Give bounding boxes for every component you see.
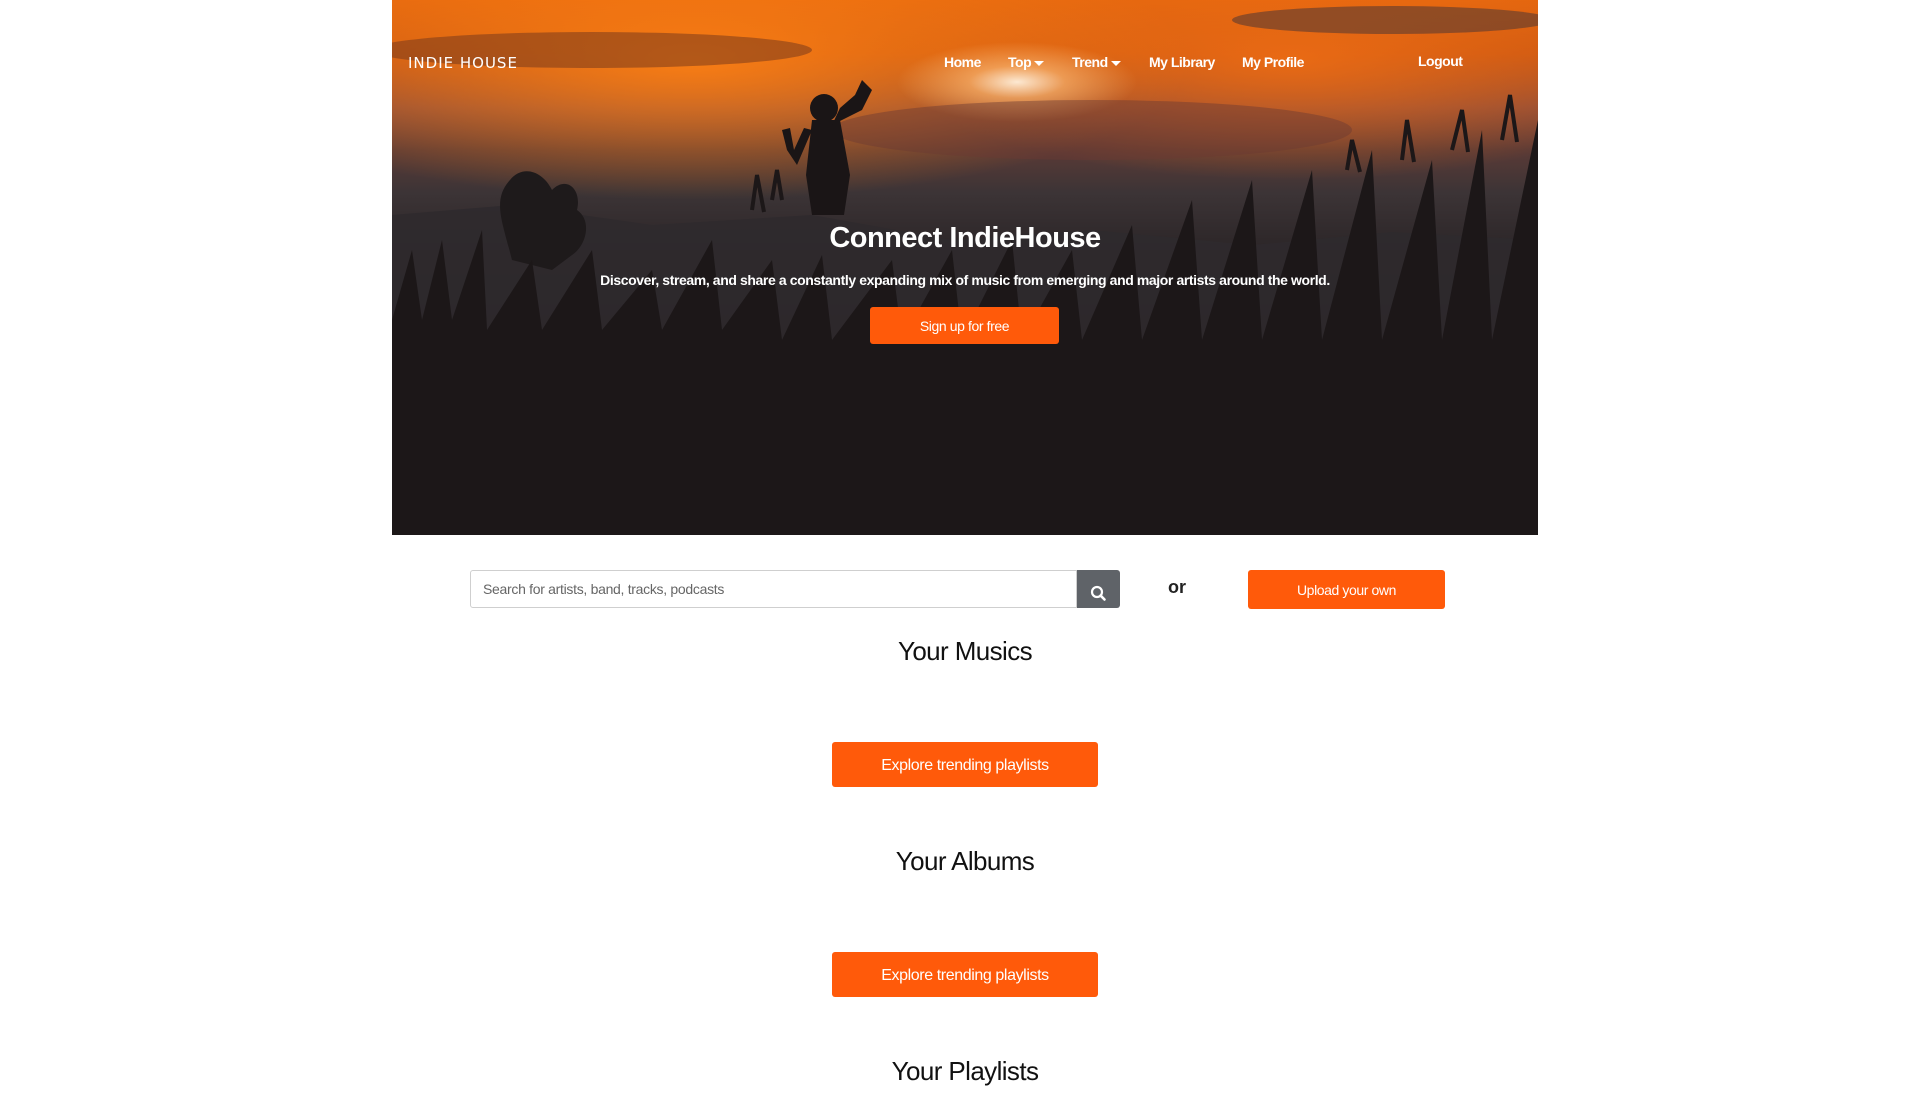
nav-trend-label: Trend bbox=[1072, 54, 1108, 70]
explore-playlists-button[interactable]: Explore trending playlists bbox=[832, 952, 1098, 997]
hero-subtitle: Discover, stream, and share a constantly… bbox=[600, 272, 1330, 288]
main-nav: Home Top Trend My Library My Profile Log… bbox=[392, 53, 1538, 74]
hero-title: Connect IndieHouse bbox=[829, 222, 1101, 254]
nav-top[interactable]: Top bbox=[1008, 54, 1045, 70]
nav-logout[interactable]: Logout bbox=[1418, 53, 1463, 69]
search-icon bbox=[1090, 585, 1106, 601]
nav-my-profile[interactable]: My Profile bbox=[1242, 54, 1304, 70]
or-separator: or bbox=[1168, 577, 1186, 597]
upload-button[interactable]: Upload your own bbox=[1248, 570, 1445, 609]
section-title-playlists: Your Playlists bbox=[891, 1056, 1039, 1086]
explore-playlists-button[interactable]: Explore trending playlists bbox=[832, 742, 1098, 787]
caret-down-icon bbox=[1110, 60, 1121, 66]
nav-top-label: Top bbox=[1008, 54, 1032, 70]
section-title-musics: Your Musics bbox=[897, 636, 1033, 666]
nav-trend[interactable]: Trend bbox=[1072, 54, 1121, 70]
sign-up-button[interactable]: Sign up for free bbox=[870, 307, 1059, 344]
hero-background-image bbox=[392, 6, 1538, 535]
hero-banner: INDIE HOUSE Home Top Trend My Library My… bbox=[392, 0, 1538, 535]
section-title-albums: Your Albums bbox=[895, 846, 1035, 876]
caret-down-icon bbox=[1034, 60, 1045, 66]
search-input[interactable] bbox=[470, 570, 1077, 608]
nav-home[interactable]: Home bbox=[944, 54, 981, 70]
search-button[interactable] bbox=[1077, 570, 1120, 608]
page: INDIE HOUSE Home Top Trend My Library My… bbox=[0, 0, 1920, 1108]
nav-my-library[interactable]: My Library bbox=[1149, 54, 1215, 70]
search-bar bbox=[470, 570, 1120, 608]
